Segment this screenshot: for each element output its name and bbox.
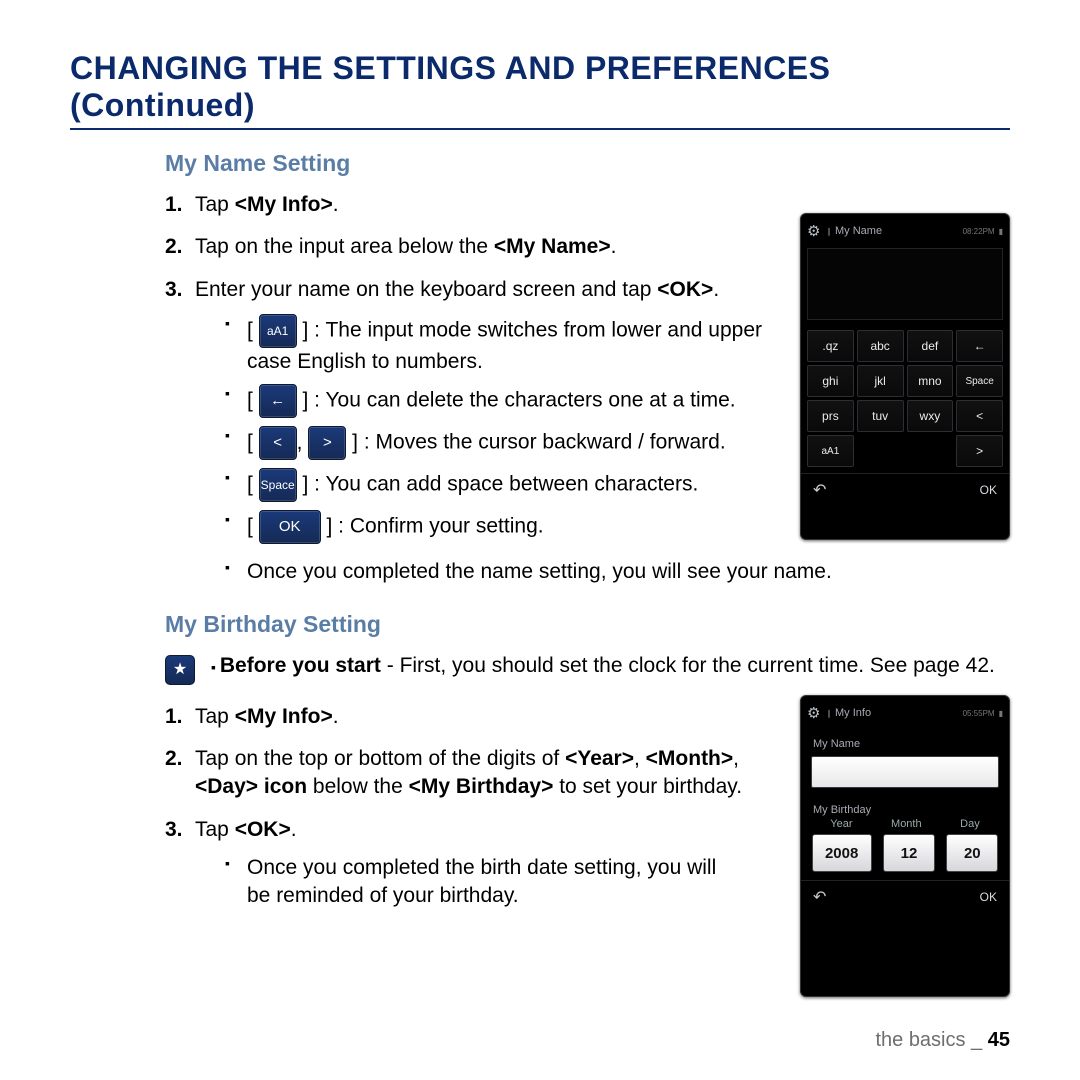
key-right[interactable]: > <box>956 435 1003 467</box>
label-myname: My Name <box>801 736 1009 752</box>
key-backspace[interactable]: ← <box>956 330 1003 362</box>
bullet-nav: [ <, > ] : Moves the cursor backward / f… <box>225 426 775 460</box>
bullet-space: [ Space ] : You can add space between ch… <box>225 468 775 502</box>
pause-icon: ∥ <box>827 227 831 236</box>
key-abc[interactable]: abc <box>857 330 904 362</box>
col-month: Month <box>891 818 922 830</box>
label-mybirthday: My Birthday <box>801 802 1009 818</box>
page-title: CHANGING THE SETTINGS AND PREFERENCES (C… <box>70 50 1010 124</box>
back-icon[interactable]: ↶ <box>813 887 826 907</box>
backspace-icon: ← <box>259 384 297 418</box>
key-mno[interactable]: mno <box>907 365 954 397</box>
back-icon[interactable]: ↶ <box>813 480 826 500</box>
device-myinfo: ⚙ ∥ My Info 05:55PM ▮ My Name My Birthda… <box>800 695 1010 997</box>
key-jkl[interactable]: jkl <box>857 365 904 397</box>
gear-icon: ⚙ <box>807 704 823 722</box>
device1-title: My Name <box>835 225 882 237</box>
col-year: Year <box>830 818 852 830</box>
key-aA1[interactable]: aA1 <box>807 435 854 467</box>
col-day: Day <box>960 818 980 830</box>
cursor-left-icon: < <box>259 426 297 460</box>
battery-icon: ▮ <box>999 227 1003 236</box>
star-icon: ★ <box>165 655 195 685</box>
key-left[interactable]: < <box>956 400 1003 432</box>
aA1-icon: aA1 <box>259 314 297 348</box>
bday-step-3: 3. Tap <OK>. Once you completed the birt… <box>165 816 745 911</box>
key-prs[interactable]: prs <box>807 400 854 432</box>
dial-year[interactable]: 2008 <box>812 834 872 872</box>
step-2: 2. Tap on the input area below the <My N… <box>165 233 775 261</box>
bday-step-1: 1. Tap <My Info>. <box>165 703 745 731</box>
keypad: .qz abc def ← ghi jkl mno Space prs tuv … <box>801 324 1009 473</box>
key-space[interactable]: Space <box>956 365 1003 397</box>
device1-ok[interactable]: OK <box>980 483 997 497</box>
bday-bullet-done: Once you completed the birth date settin… <box>225 854 745 911</box>
device1-time: 08:22PM <box>963 227 995 236</box>
step-3: 3. Enter your name on the keyboard scree… <box>165 276 775 545</box>
device2-title: My Info <box>835 707 871 719</box>
bullet-delete: [ ← ] : You can delete the characters on… <box>225 384 775 418</box>
dial-month[interactable]: 12 <box>883 834 935 872</box>
name-display-area[interactable] <box>807 248 1003 320</box>
key-ghi[interactable]: ghi <box>807 365 854 397</box>
bullet-aA1: [ aA1 ] : The input mode switches from l… <box>225 314 775 376</box>
key-wxy[interactable]: wxy <box>907 400 954 432</box>
note-before-you-start: ★ Before you start - First, you should s… <box>165 652 1010 685</box>
myname-input[interactable] <box>811 756 999 788</box>
gear-icon: ⚙ <box>807 222 823 240</box>
bday-step-2: 2. Tap on the top or bottom of the digit… <box>165 745 745 802</box>
pause-icon: ∥ <box>827 709 831 718</box>
key-tuv[interactable]: tuv <box>857 400 904 432</box>
ok-icon: OK <box>259 510 321 544</box>
cursor-right-icon: > <box>308 426 346 460</box>
device-myname: ⚙ ∥ My Name 08:22PM ▮ .qz abc def ← ghi … <box>800 213 1010 540</box>
bullet-ok: [ OK ] : Confirm your setting. <box>225 510 775 544</box>
bullet-done: Once you completed the name setting, you… <box>225 558 1010 586</box>
title-divider <box>70 128 1010 130</box>
key-blank <box>857 435 954 465</box>
battery-icon: ▮ <box>999 709 1003 718</box>
device2-ok[interactable]: OK <box>980 890 997 904</box>
section-my-birthday-heading: My Birthday Setting <box>165 611 1010 638</box>
key-qz[interactable]: .qz <box>807 330 854 362</box>
device2-time: 05:55PM <box>963 709 995 718</box>
key-def[interactable]: def <box>907 330 954 362</box>
section-my-name-heading: My Name Setting <box>165 150 1010 177</box>
step-1: 1. Tap <My Info>. <box>165 191 775 219</box>
dial-day[interactable]: 20 <box>946 834 998 872</box>
space-icon: Space <box>259 468 297 502</box>
page-footer: the basics _ 45 <box>875 1029 1010 1052</box>
